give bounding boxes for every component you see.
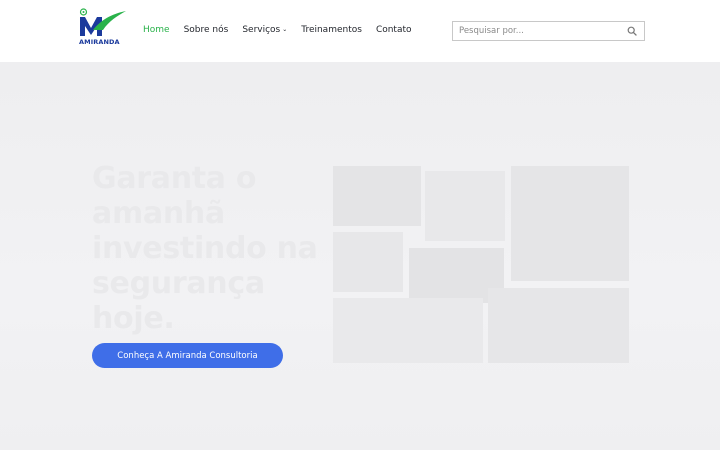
nav-item-treinamentos[interactable]: Treinamentos xyxy=(301,25,362,35)
nav-item-servicos-label: Serviços xyxy=(242,25,281,35)
hero-section: Garanta o amanhã investindo na segurança… xyxy=(0,62,720,450)
chevron-down-icon: ⌄ xyxy=(282,26,288,33)
nav-item-servicos[interactable]: Serviços ⌄ xyxy=(242,25,287,35)
nav-item-home[interactable]: Home xyxy=(143,25,170,35)
logo-text: AMIRANDA xyxy=(79,38,120,46)
site-header: AMIRANDA Home Sobre nós Serviços ⌄ Treina… xyxy=(0,0,720,62)
hero-image xyxy=(333,166,629,363)
search-box xyxy=(452,21,645,41)
hero-title: Garanta o amanhã investindo na segurança… xyxy=(92,161,318,336)
search-icon[interactable] xyxy=(627,26,637,36)
nav-item-contato[interactable]: Contato xyxy=(376,25,412,35)
nav-item-sobre-nos[interactable]: Sobre nós xyxy=(184,25,229,35)
search-input[interactable] xyxy=(453,22,623,40)
amiranda-logo[interactable]: AMIRANDA xyxy=(79,8,127,46)
cta-button[interactable]: Conheça A Amiranda Consultoria xyxy=(92,343,283,368)
main-nav: Home Sobre nós Serviços ⌄ Treinamentos Co… xyxy=(143,25,426,35)
